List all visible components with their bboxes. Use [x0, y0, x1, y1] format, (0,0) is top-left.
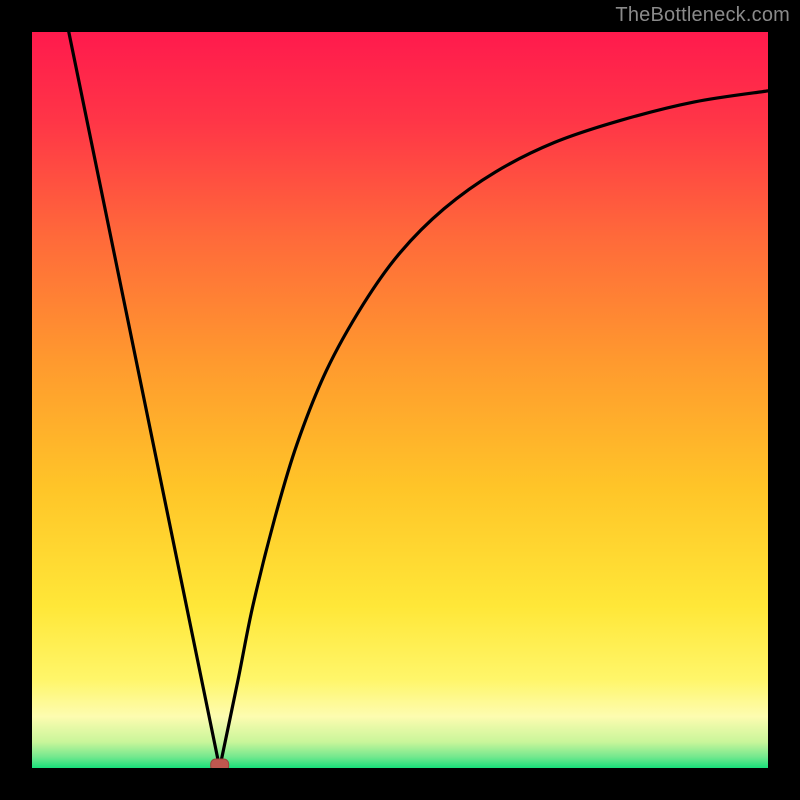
- attribution-text: TheBottleneck.com: [615, 4, 790, 27]
- optimal-point-marker: [211, 759, 229, 768]
- plot-area: [32, 32, 768, 768]
- bottleneck-chart: [32, 32, 768, 768]
- gradient-background: [32, 32, 768, 768]
- chart-frame: TheBottleneck.com: [0, 0, 800, 800]
